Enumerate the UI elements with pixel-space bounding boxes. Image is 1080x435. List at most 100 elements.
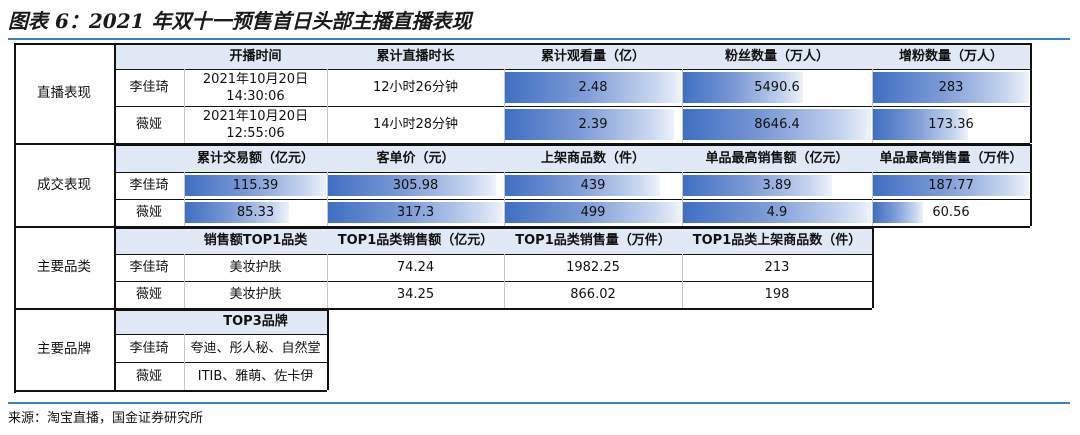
table-rule — [504, 172, 505, 226]
anchor-name: 李佳琦 — [129, 340, 169, 356]
table-rule — [114, 144, 1030, 146]
footer-rule — [8, 402, 1070, 404]
table-rule — [872, 69, 873, 143]
anchor-name: 李佳琦 — [129, 178, 169, 193]
header-spacer — [114, 309, 184, 334]
table-rule — [14, 43, 16, 393]
column-header: 客单价（元） — [327, 144, 504, 172]
table-cell: 213 — [764, 260, 790, 275]
column-header: 粉丝数量（万人） — [682, 43, 872, 69]
column-header: TOP1品类上架商品数（件） — [682, 227, 872, 254]
column-header: 累计直播时长 — [327, 43, 504, 69]
table-cell: 60.56 — [932, 205, 970, 220]
figure-title: 图表 6：2021 年双十一预售首日头部主播直播表现 — [8, 9, 472, 33]
table-rule — [114, 43, 116, 143]
table-rule — [682, 172, 683, 226]
column-header: TOP3品牌 — [184, 309, 327, 334]
anchor-name: 薇娅 — [135, 368, 162, 384]
table-rule — [327, 172, 328, 226]
table-rule — [114, 144, 116, 226]
table-cell: 198 — [764, 287, 790, 302]
table-cell: 2021年10月20日 12:55:06 — [202, 108, 309, 141]
table-cell: 美妆护肤 — [229, 287, 282, 302]
table-rule — [682, 69, 683, 143]
anchor-performance-table: 直播表现 开播时间 累计直播时长 累计观看量（亿） 粉丝数量（万人） 增粉数量（万人） 李佳… — [14, 43, 1042, 393]
table-rule — [872, 227, 874, 308]
section-label-category: 主要品类 — [37, 259, 91, 275]
table-rule — [14, 390, 327, 392]
column-header: 增粉数量（万人） — [872, 43, 1030, 69]
table-cell: 8646.4 — [754, 117, 800, 132]
table-cell: 499 — [580, 205, 606, 220]
table-rule — [114, 43, 1030, 45]
table-rule — [682, 254, 683, 308]
table-rule — [504, 254, 505, 308]
table-cell: 2021年10月20日 14:30:06 — [202, 71, 309, 104]
table-rule — [1030, 43, 1032, 143]
table-rule — [14, 43, 114, 45]
table-rule — [114, 227, 116, 308]
table-rule — [114, 309, 116, 390]
table-rule — [327, 69, 328, 143]
table-rule — [114, 309, 327, 311]
column-header: 累计观看量（亿） — [504, 43, 682, 69]
column-header: 单品最高销售额（亿元） — [682, 144, 872, 172]
table-cell: 3.89 — [762, 178, 792, 193]
column-header: 累计交易额（亿元） — [184, 144, 327, 172]
column-header: 销售额TOP1品类 — [184, 227, 327, 254]
table-cell: 85.33 — [236, 205, 275, 220]
table-rule — [872, 172, 873, 226]
section-label-live: 直播表现 — [37, 84, 91, 101]
column-header: 单品最高销售量（万件） — [872, 144, 1030, 172]
table-cell: 2.39 — [578, 117, 608, 132]
anchor-name: 薇娅 — [135, 117, 162, 132]
table-cell: 187.77 — [928, 178, 974, 193]
table-rule — [327, 254, 328, 308]
column-header: 开播时间 — [184, 43, 327, 69]
table-cell: 1982.25 — [566, 260, 620, 275]
anchor-name: 薇娅 — [135, 287, 162, 302]
source-note: 来源：淘宝直播，国金证券研究所 — [8, 411, 204, 426]
column-header: TOP1品类销售额（亿元） — [327, 227, 504, 254]
table-rule — [184, 69, 185, 143]
table-rule — [184, 334, 185, 390]
anchor-name: 薇娅 — [135, 205, 162, 220]
table-rule — [114, 227, 872, 229]
table-cell: 866.02 — [570, 287, 616, 302]
anchor-name: 李佳琦 — [129, 80, 169, 95]
table-cell: 4.9 — [766, 205, 788, 220]
section-label-brand: 主要品牌 — [37, 341, 91, 357]
table-cell: 317.3 — [396, 205, 435, 220]
table-cell: 34.25 — [396, 287, 435, 302]
table-cell: 305.98 — [392, 178, 439, 193]
table-cell: 美妆护肤 — [229, 260, 282, 275]
table-cell: 2.48 — [578, 80, 608, 95]
table-rule — [184, 254, 185, 308]
table-cell: ITIB、雅萌、佐卡伊 — [197, 368, 314, 384]
table-rule — [114, 334, 327, 336]
header-spacer — [114, 144, 184, 172]
table-rule — [114, 172, 1030, 174]
header-spacer — [114, 43, 184, 69]
table-cell: 12小时26分钟 — [372, 80, 459, 95]
table-cell: 5490.6 — [754, 80, 800, 95]
table-cell: 173.36 — [928, 117, 974, 132]
column-header: 上架商品数（件） — [504, 144, 682, 172]
anchor-name: 李佳琦 — [129, 260, 169, 275]
table-cell: 14小时28分钟 — [372, 117, 459, 132]
table-cell: 74.24 — [396, 260, 435, 275]
table-rule — [1030, 144, 1032, 226]
table-rule — [327, 309, 329, 390]
table-cell: 439 — [580, 178, 606, 193]
table-cell: 夸迪、彤人秘、自然堂 — [190, 340, 321, 356]
table-rule — [114, 254, 872, 256]
table-cell: 115.39 — [232, 178, 279, 193]
column-header: TOP1品类销售量（万件） — [504, 227, 682, 254]
table-rule — [114, 69, 1030, 71]
table-rule — [504, 69, 505, 143]
table-rule — [184, 172, 185, 226]
title-rule — [8, 38, 1070, 40]
table-cell: 283 — [938, 80, 964, 95]
header-spacer — [114, 227, 184, 254]
section-label-trade: 成交表现 — [37, 176, 91, 193]
